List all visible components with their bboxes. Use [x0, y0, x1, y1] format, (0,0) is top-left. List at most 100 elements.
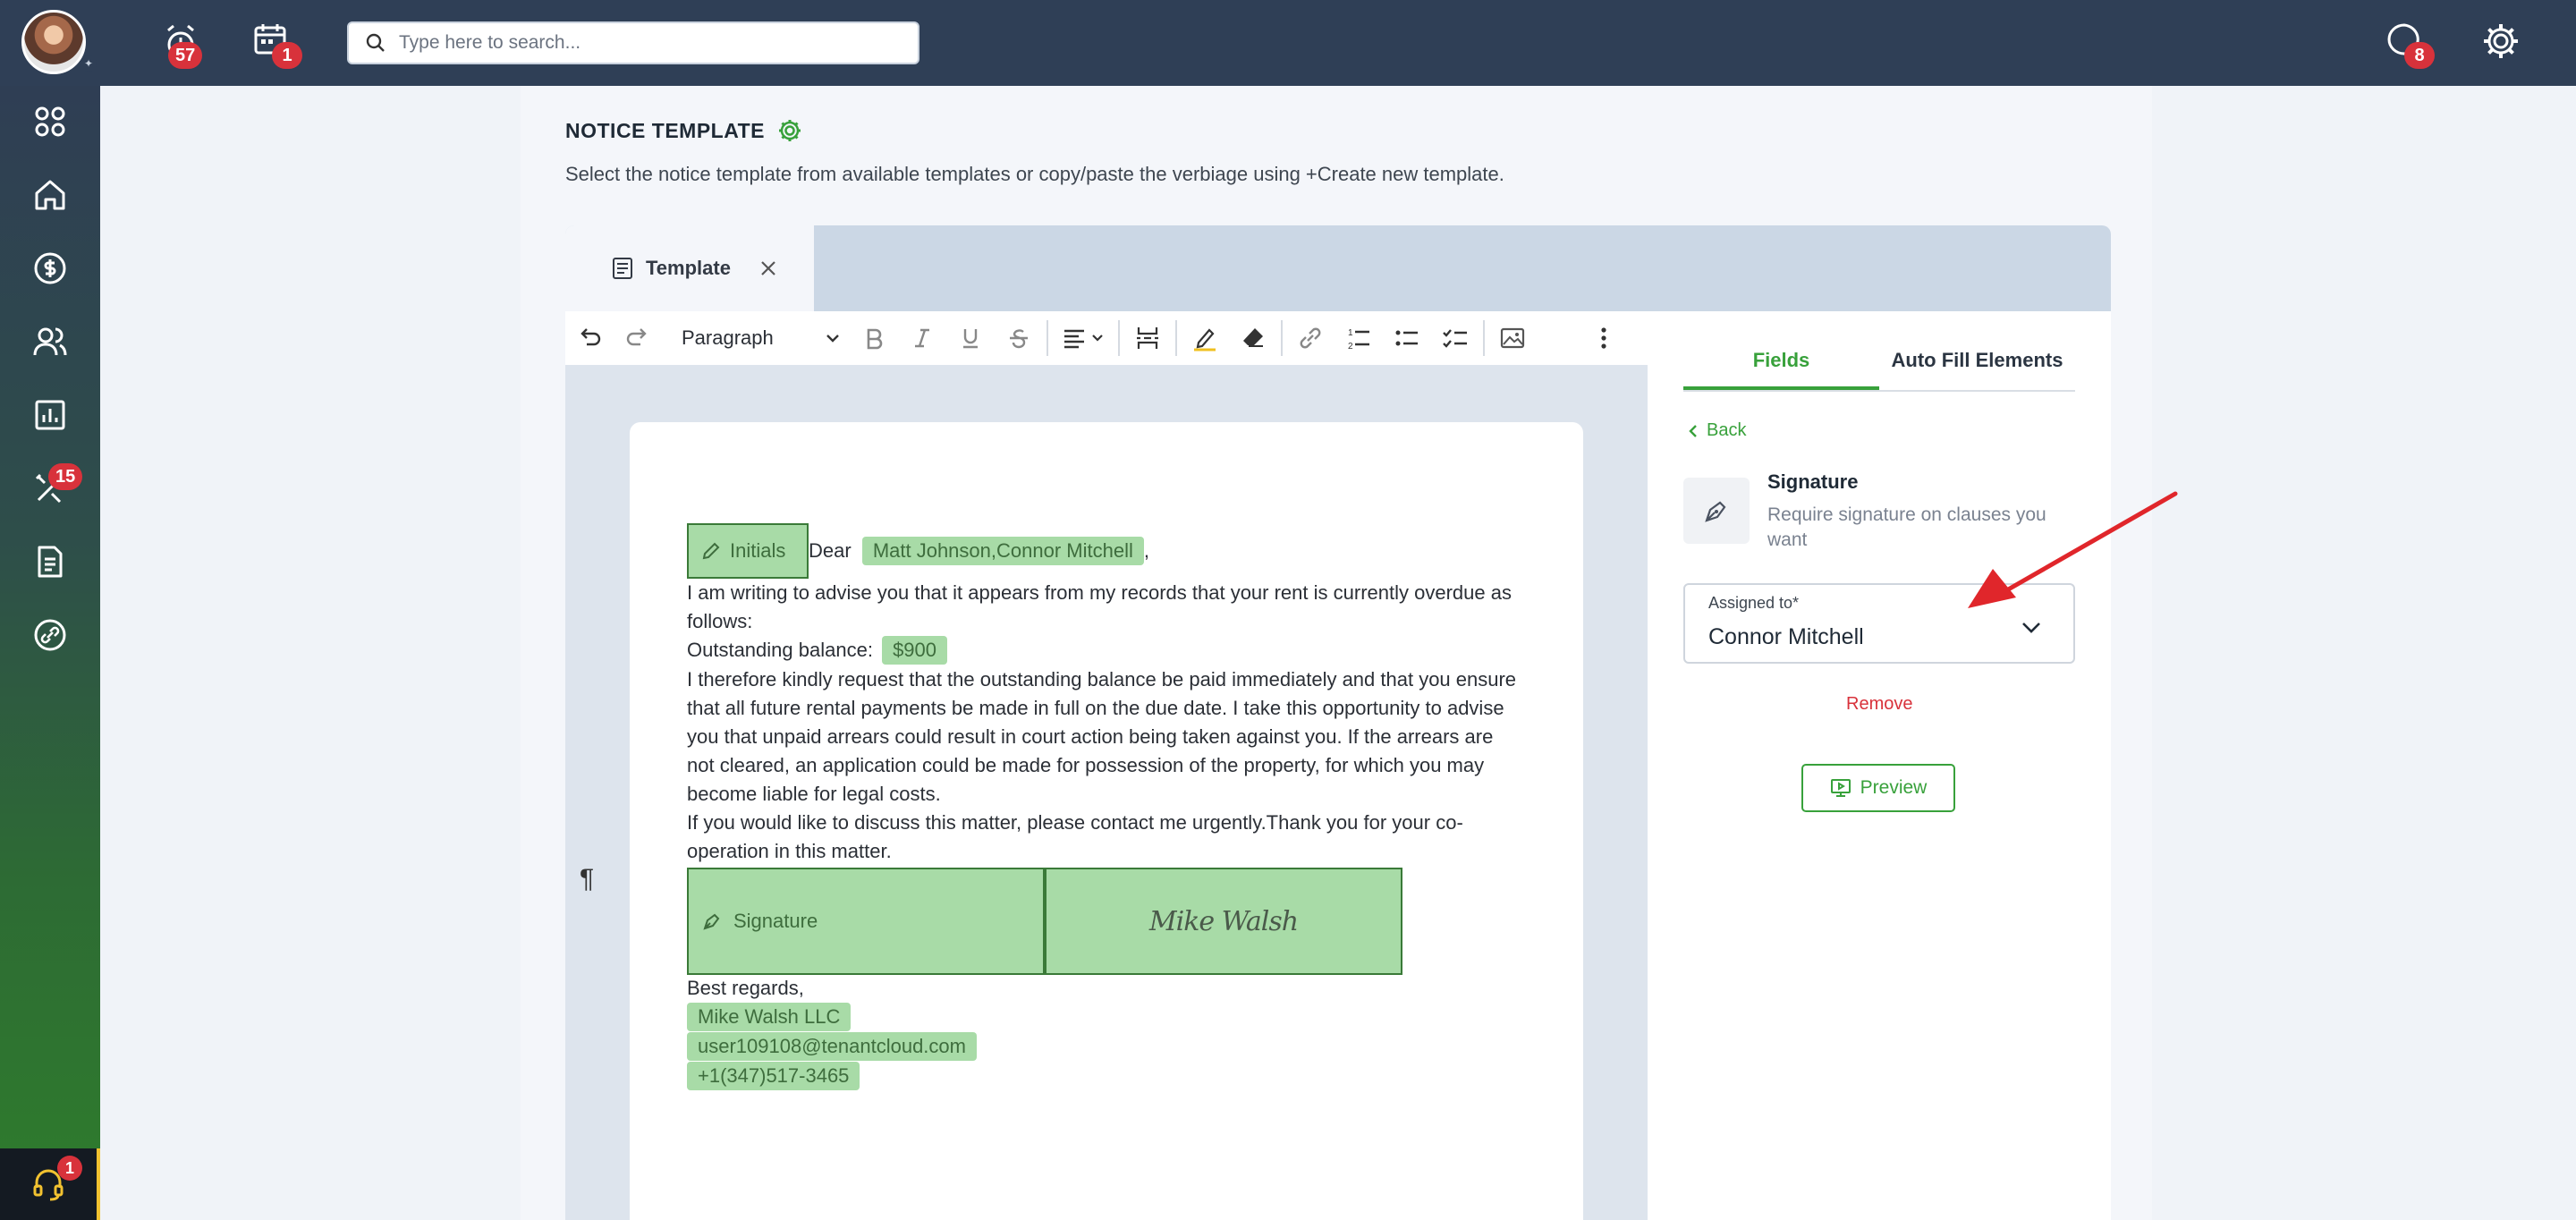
company-line: Mike Walsh LLC [687, 1003, 852, 1031]
back-label: Back [1707, 420, 1747, 440]
remove-button[interactable]: Remove [1846, 694, 1912, 715]
close-icon[interactable] [759, 259, 777, 277]
underline-icon[interactable] [946, 311, 995, 365]
dashboard-icon [35, 106, 65, 137]
highlight-icon[interactable] [1181, 311, 1229, 365]
body-line: become liable for legal costs. [687, 783, 941, 805]
link-icon [34, 619, 66, 651]
toolbar-divider [1281, 320, 1283, 356]
toolbar-divider [1483, 320, 1485, 356]
body-line: operation in this matter. [687, 840, 892, 862]
sidebar-item-dashboard[interactable] [0, 86, 100, 157]
align-icon[interactable] [1052, 311, 1114, 365]
image-icon[interactable] [1488, 311, 1537, 365]
editor-toolbar: Paragraph 12 [565, 311, 1648, 365]
tab-fields[interactable]: Fields [1683, 336, 1879, 390]
chevron-down-icon [2022, 623, 2040, 633]
page-title: NOTICE TEMPLATE [565, 118, 802, 143]
messages-badge: 8 [2404, 42, 2435, 69]
sidebar-item-payments[interactable] [0, 233, 100, 304]
home-icon [35, 180, 65, 210]
pin-icon: ✦ [80, 55, 97, 72]
paragraph-style-value: Paragraph [682, 326, 774, 349]
sidebar-item-maintenance[interactable] [0, 453, 100, 524]
paragraph-style-select[interactable]: Paragraph [662, 311, 850, 365]
annotation-arrow [1968, 491, 2178, 608]
page-break-icon[interactable] [1123, 311, 1172, 365]
eraser-icon[interactable] [1229, 311, 1277, 365]
tab-auto-fill-elements[interactable]: Auto Fill Elements [1879, 336, 2075, 390]
undo-icon[interactable] [565, 311, 614, 365]
signature-script: Mike Walsh [1148, 905, 1299, 937]
body-line: I am writing to advise you that it appea… [687, 581, 1512, 604]
settings-gear-icon[interactable] [777, 118, 802, 143]
sidebar-item-home[interactable] [0, 159, 100, 231]
signature-title: Signature [1767, 470, 1859, 493]
search-input[interactable] [399, 32, 882, 54]
page-description: Select the notice template from availabl… [565, 163, 1504, 185]
closing-line: Best regards, [687, 977, 804, 999]
pencil-icon [702, 542, 720, 560]
tab-template[interactable]: Template [565, 225, 814, 311]
tab-template-label: Template [646, 257, 731, 279]
recipients-chip[interactable]: Matt Johnson,Connor Mitchell [861, 537, 1144, 565]
phone-chip[interactable]: +1(347)517-3465 [687, 1062, 860, 1090]
top-bar: ✦ 57 1 8 [0, 0, 2576, 86]
svg-text:1: 1 [1348, 328, 1353, 338]
email-chip[interactable]: user109108@tenantcloud.com [687, 1032, 977, 1061]
balance-label: Outstanding balance: [687, 639, 873, 661]
app: ✦ 57 1 8 [0, 0, 2576, 1220]
preview-label: Preview [1860, 777, 1928, 798]
body-line: that all future rental payments be made … [687, 697, 1504, 719]
italic-icon[interactable] [898, 311, 946, 365]
balance-line: Outstanding balance: $900 [687, 636, 948, 665]
signature-image[interactable]: Mike Walsh [1045, 868, 1402, 975]
avatar[interactable] [21, 10, 86, 74]
pen-icon [703, 913, 720, 930]
preview-icon [1830, 779, 1851, 797]
calendar-badge: 1 [272, 42, 302, 69]
balance-chip[interactable]: $900 [882, 636, 948, 665]
paragraph-mark-icon[interactable]: ¶ [580, 864, 594, 894]
search-bar[interactable] [347, 21, 919, 64]
sidebar-item-people[interactable] [0, 306, 100, 377]
sidebar-item-links[interactable] [0, 599, 100, 671]
sidebar-item-documents[interactable] [0, 526, 100, 597]
greeting-line: Dear Matt Johnson,Connor Mitchell, [809, 537, 1149, 565]
bold-icon[interactable] [850, 311, 898, 365]
document-icon [38, 546, 63, 578]
toolbar-divider [1046, 320, 1048, 356]
initials-label: Initials [730, 539, 786, 562]
template-icon [613, 258, 632, 279]
search-icon [365, 32, 386, 54]
assigned-to-label: Assigned to* [1708, 594, 1800, 612]
more-icon[interactable] [1580, 311, 1628, 365]
body-line: If you would like to discuss this matter… [687, 811, 1463, 834]
checklist-icon[interactable] [1431, 311, 1479, 365]
strikethrough-icon[interactable] [995, 311, 1043, 365]
gear-icon[interactable] [2481, 21, 2522, 63]
toolbar-divider [1118, 320, 1120, 356]
panel-tabs: Fields Auto Fill Elements [1683, 336, 2075, 392]
preview-button[interactable]: Preview [1801, 764, 1955, 812]
svg-text:2: 2 [1348, 342, 1353, 352]
hyperlink-icon[interactable] [1286, 311, 1335, 365]
back-link[interactable]: Back [1687, 420, 1746, 441]
phone-line: +1(347)517-3465 [687, 1062, 860, 1090]
sidebar-item-reports[interactable] [0, 379, 100, 451]
signature-field-label: Signature [733, 910, 818, 932]
body-line: follows: [687, 610, 753, 632]
initials-field[interactable]: Initials [687, 523, 809, 579]
greeting-suffix: , [1143, 539, 1149, 562]
redo-icon[interactable] [614, 311, 662, 365]
support-button[interactable]: 1 [0, 1148, 100, 1220]
assigned-to-value: Connor Mitchell [1708, 624, 1864, 649]
company-chip[interactable]: Mike Walsh LLC [687, 1003, 852, 1031]
signature-field[interactable]: Signature [687, 868, 1045, 975]
bullet-list-icon[interactable] [1383, 311, 1431, 365]
numbered-list-icon[interactable]: 12 [1335, 311, 1383, 365]
email-line: user109108@tenantcloud.com [687, 1032, 977, 1061]
page-title-text: NOTICE TEMPLATE [565, 118, 766, 142]
chevron-left-icon [1689, 424, 1697, 437]
signature-field-icon [1683, 478, 1750, 544]
